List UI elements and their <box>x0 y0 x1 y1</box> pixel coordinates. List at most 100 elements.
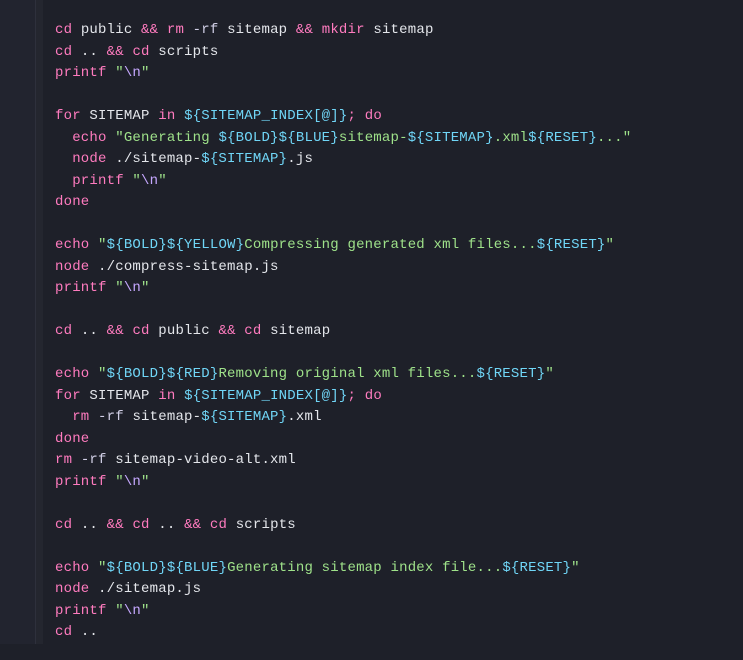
token-keyword: for <box>55 388 81 404</box>
code-line: echo "${BOLD}${YELLOW}Compressing genera… <box>55 235 743 257</box>
token-arg: sitemap-${SITEMAP}.xml <box>132 409 321 425</box>
token-keyword: mkdir <box>322 22 365 38</box>
token-escape: \n <box>141 173 158 189</box>
code-editor: cd public && rm -rf sitemap && mkdir sit… <box>0 0 743 644</box>
token-operator: ; <box>348 108 357 124</box>
token-path: sitemap- <box>132 409 201 425</box>
token-keyword: do <box>365 108 382 124</box>
code-line: echo "${BOLD}${RED}Removing original xml… <box>55 364 743 386</box>
token-string: "\n" <box>132 173 166 189</box>
token-string: "\n" <box>115 65 149 81</box>
blank-line <box>55 300 743 322</box>
token-string: "${BOLD}${YELLOW}Compressing generated x… <box>98 237 614 253</box>
token-keyword: node <box>55 581 89 597</box>
token-keyword: echo <box>55 366 89 382</box>
blank-line <box>55 536 743 558</box>
token-arg: .. <box>81 44 98 60</box>
token-expansion: ${SITEMAP} <box>201 409 287 425</box>
token-expansion: ${RESET} <box>477 366 546 382</box>
token-variable: SITEMAP <box>89 388 149 404</box>
token-operator: && <box>218 323 235 339</box>
token-keyword: cd <box>132 323 149 339</box>
code-line: cd .. && cd scripts <box>55 42 743 64</box>
code-line: printf "\n" <box>55 171 743 193</box>
token-operator: && <box>107 517 124 533</box>
token-arg: ./sitemap.js <box>98 581 201 597</box>
code-line: echo "${BOLD}${BLUE}Generating sitemap i… <box>55 558 743 580</box>
token-escape: \n <box>124 603 141 619</box>
token-keyword: cd <box>55 624 72 640</box>
token-keyword: printf <box>55 603 107 619</box>
token-flag: -rf <box>98 409 124 425</box>
token-arg: sitemap <box>373 22 433 38</box>
token-keyword: for <box>55 108 81 124</box>
code-line: printf "\n" <box>55 601 743 623</box>
token-expansion: ${BOLD} <box>107 560 167 576</box>
token-expansion: ${RESET} <box>537 237 606 253</box>
token-flag: -rf <box>193 22 219 38</box>
token-string: "${BOLD}${RED}Removing original xml file… <box>98 366 554 382</box>
token-keyword: cd <box>132 517 149 533</box>
token-string: "\n" <box>115 474 149 490</box>
token-keyword: echo <box>72 130 106 146</box>
code-line: rm -rf sitemap-${SITEMAP}.xml <box>55 407 743 429</box>
token-expansion: ${BOLD} <box>218 130 278 146</box>
token-escape: \n <box>124 280 141 296</box>
blank-line <box>55 85 743 107</box>
token-ext: .xml <box>287 409 321 425</box>
code-line: cd .. && cd public && cd sitemap <box>55 321 743 343</box>
code-line: printf "\n" <box>55 472 743 494</box>
code-line: cd public && rm -rf sitemap && mkdir sit… <box>55 20 743 42</box>
token-string-text: Removing original xml files... <box>218 366 476 382</box>
token-keyword: cd <box>55 44 72 60</box>
token-arg: sitemap <box>270 323 330 339</box>
token-expansion: ${RESET} <box>528 130 597 146</box>
code-line: node ./sitemap.js <box>55 579 743 601</box>
token-arg: sitemap <box>227 22 287 38</box>
token-operator: && <box>141 22 158 38</box>
code-line: done <box>55 192 743 214</box>
token-expansion: ${RESET} <box>502 560 571 576</box>
token-string: "\n" <box>115 280 149 296</box>
token-expansion: ${SITEMAP} <box>201 151 287 167</box>
token-string-text: ... <box>597 130 623 146</box>
token-arg: .. <box>81 323 98 339</box>
token-string-text: Compressing generated xml files... <box>244 237 536 253</box>
token-string-text: .xml <box>494 130 528 146</box>
token-flag: -rf <box>81 452 107 468</box>
token-keyword: rm <box>55 452 72 468</box>
token-path: ./sitemap- <box>115 151 201 167</box>
token-string: "${BOLD}${BLUE}Generating sitemap index … <box>98 560 580 576</box>
token-keyword: printf <box>55 280 107 296</box>
token-keyword: rm <box>167 22 184 38</box>
token-ext: .js <box>287 151 313 167</box>
token-escape: \n <box>124 65 141 81</box>
token-expansion: ${BOLD} <box>107 366 167 382</box>
token-expansion: ${SITEMAP_INDEX[@]} <box>184 108 347 124</box>
token-keyword: done <box>55 194 89 210</box>
token-keyword: node <box>72 151 106 167</box>
token-operator: && <box>107 44 124 60</box>
token-keyword: in <box>158 388 175 404</box>
token-string: "\n" <box>115 603 149 619</box>
token-keyword: in <box>158 108 175 124</box>
code-line: cd .. && cd .. && cd scripts <box>55 515 743 537</box>
token-arg: public <box>81 22 133 38</box>
token-keyword: printf <box>55 65 107 81</box>
token-keyword: echo <box>55 237 89 253</box>
token-arg: scripts <box>158 44 218 60</box>
token-variable: SITEMAP <box>89 108 149 124</box>
token-expansion: ${SITEMAP_INDEX[@]} <box>184 388 347 404</box>
token-arg: ./sitemap-${SITEMAP}.js <box>115 151 313 167</box>
token-string-text: Generating <box>124 130 219 146</box>
code-block: cd public && rm -rf sitemap && mkdir sit… <box>55 20 743 644</box>
token-expansion: ${SITEMAP} <box>408 130 494 146</box>
blank-line <box>55 214 743 236</box>
token-keyword: cd <box>55 323 72 339</box>
token-operator: ; <box>348 388 357 404</box>
code-line: node ./sitemap-${SITEMAP}.js <box>55 149 743 171</box>
token-arg: .. <box>158 517 175 533</box>
token-arg: .. <box>81 517 98 533</box>
blank-line <box>55 343 743 365</box>
token-operator: && <box>184 517 201 533</box>
